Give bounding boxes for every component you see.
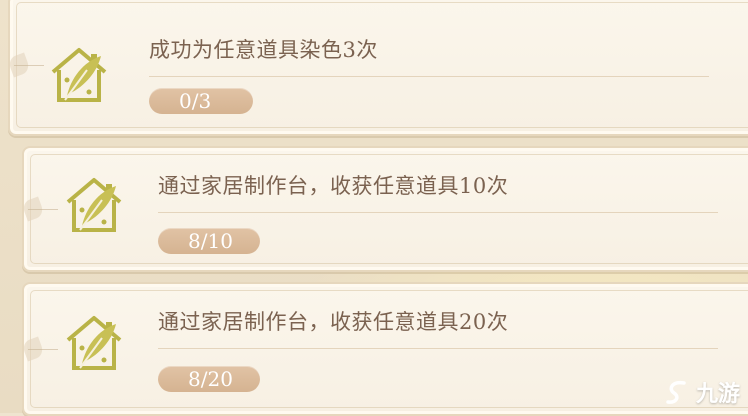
task-card-craft-10[interactable]: 通过家居制作台，收获任意道具10次 8/10 [21, 146, 748, 272]
house-quill-icon [66, 178, 122, 232]
divider [28, 209, 58, 210]
task-title: 通过家居制作台，收获任意道具20次 [158, 310, 509, 334]
watermark-text: 九游 [695, 382, 740, 407]
house-quill-icon [66, 316, 122, 370]
progress-badge: 8/10 [158, 228, 260, 254]
jiuyou-logo-icon [666, 380, 686, 404]
divider [149, 76, 709, 77]
task-card-dye[interactable]: 成功为任意道具染色3次 0/3 [7, 0, 748, 136]
task-title: 通过家居制作台，收获任意道具10次 [158, 174, 509, 198]
progress-badge: 8/20 [158, 366, 260, 392]
task-card-craft-20[interactable]: 通过家居制作台，收获任意道具20次 8/20 [21, 282, 748, 416]
divider [158, 348, 718, 349]
divider [28, 349, 58, 350]
divider [14, 65, 44, 66]
divider [158, 212, 718, 213]
task-title: 成功为任意道具染色3次 [149, 38, 378, 62]
watermark: 九游 [662, 375, 740, 409]
progress-badge: 0/3 [149, 88, 253, 114]
house-quill-icon [51, 48, 107, 102]
